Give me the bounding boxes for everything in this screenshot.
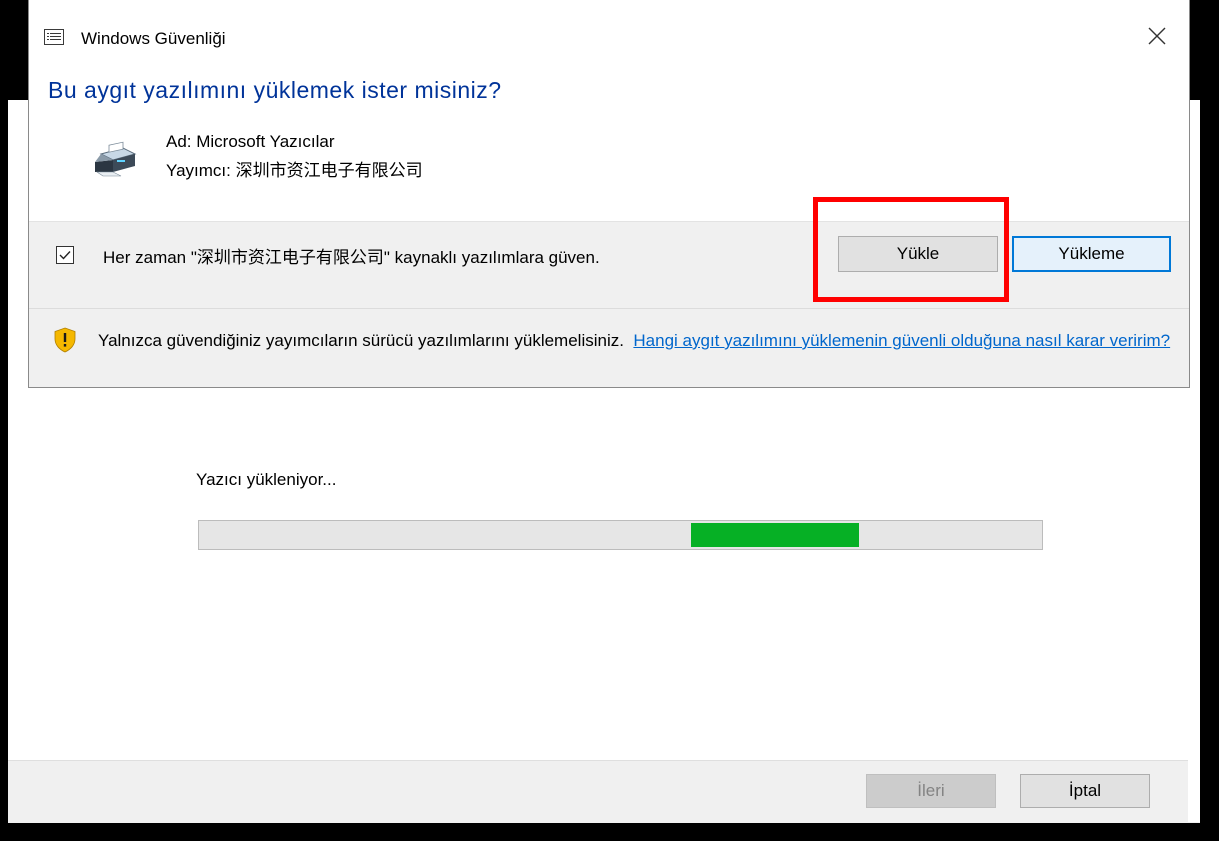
warning-panel: Yalnızca güvendiğiniz yayımcıların sürüc…	[29, 309, 1189, 387]
install-button[interactable]: Yükle	[838, 236, 998, 272]
dialog-question: Bu aygıt yazılımını yüklemek ister misin…	[48, 77, 502, 103]
wizard-footer: İleri İptal	[8, 760, 1200, 823]
install-status-text: Yazıcı yükleniyor...	[196, 470, 337, 489]
windows-security-dialog: Windows Güvenliği Bu aygıt yazılımını yü…	[28, 0, 1190, 388]
warning-text: Yalnızca güvendiğiniz yayımcıların sürüc…	[98, 331, 624, 350]
close-icon	[1148, 27, 1166, 45]
cancel-button[interactable]: İptal	[1020, 774, 1150, 808]
warning-shield-icon	[54, 327, 76, 353]
driver-publisher: Yayımcı: 深圳市资江电子有限公司	[166, 161, 423, 180]
printer-icon	[95, 141, 137, 177]
dialog-title: Windows Güvenliği	[81, 29, 226, 48]
close-button[interactable]	[1134, 18, 1180, 54]
warning-message: Yalnızca güvendiğiniz yayımcıların sürüc…	[98, 329, 1183, 353]
driver-name: Ad: Microsoft Yazıcılar	[166, 132, 335, 151]
dialog-titlebar[interactable]: Windows Güvenliği	[29, 0, 1189, 50]
progress-indicator	[691, 523, 859, 547]
trust-panel: Her zaman "深圳市资江电子有限公司" kaynaklı yazılım…	[29, 221, 1189, 309]
window-menu-icon[interactable]	[44, 29, 64, 45]
dont-install-button[interactable]: Yükleme	[1012, 236, 1171, 272]
always-trust-checkbox[interactable]	[56, 246, 74, 264]
checkmark-icon	[59, 251, 71, 260]
install-progress-bar	[198, 520, 1043, 550]
safe-driver-help-link[interactable]: Hangi aygıt yazılımını yüklemenin güvenl…	[633, 331, 1170, 350]
next-button[interactable]: İleri	[866, 774, 996, 808]
always-trust-label[interactable]: Her zaman "深圳市资江电子有限公司" kaynaklı yazılım…	[103, 246, 663, 270]
